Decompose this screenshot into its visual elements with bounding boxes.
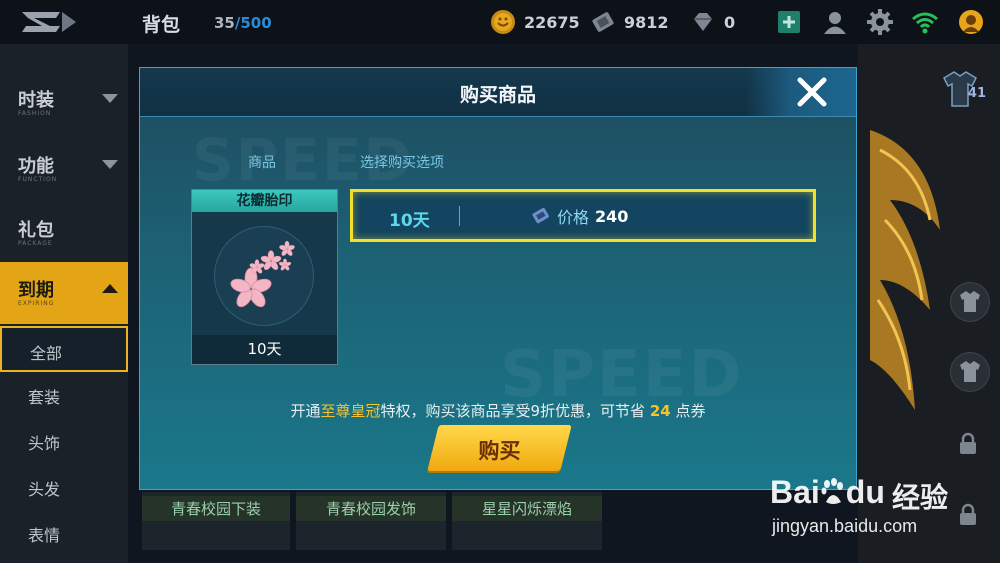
vip-promo-text: 开通至尊皇冠特权，购买该商品享受9折优惠，可节省 24 点券 bbox=[140, 400, 856, 421]
sidebar-item-label: 表情 bbox=[28, 526, 61, 545]
price-value: 240 bbox=[595, 206, 629, 226]
bag-count-max: /500 bbox=[234, 14, 272, 32]
sidebar-item-label: 头发 bbox=[28, 480, 61, 499]
price-label: 价格 bbox=[557, 208, 590, 227]
sakura-petal-icon bbox=[230, 240, 295, 308]
options-label: 选择购买选项 bbox=[360, 155, 444, 171]
sidebar: 时装 FASHION 功能 FUNCTION 礼包 PACKAGE 到期 EXP… bbox=[0, 44, 128, 563]
game-logo-icon bbox=[22, 12, 76, 32]
buy-button[interactable]: 购买 bbox=[427, 425, 572, 471]
inventory-item-name: 星星闪烁漂焰 bbox=[452, 496, 602, 521]
chevron-down-icon bbox=[102, 94, 118, 103]
category-sublabel: PACKAGE bbox=[18, 240, 53, 247]
coin-icon bbox=[491, 10, 515, 34]
sidebar-category-function[interactable]: 功能 FUNCTION bbox=[0, 138, 128, 200]
sidebar-item-suit[interactable]: 套装 bbox=[0, 372, 128, 418]
gem-icon bbox=[694, 13, 712, 31]
category-label: 时装 bbox=[18, 90, 54, 111]
settings-icon[interactable] bbox=[867, 9, 893, 35]
shirt-icon bbox=[960, 361, 980, 382]
category-label: 礼包 bbox=[18, 220, 54, 241]
ticket-icon bbox=[532, 207, 550, 224]
buy-button-label: 购买 bbox=[478, 439, 521, 463]
inventory-item-name: 青春校园发饰 bbox=[296, 496, 446, 521]
close-button[interactable] bbox=[746, 68, 856, 116]
sidebar-item-all[interactable]: 全部 bbox=[0, 326, 128, 372]
page-title: 背包 bbox=[142, 14, 181, 36]
shirt-icon bbox=[960, 291, 980, 312]
jingyan-text: 经验 bbox=[892, 481, 949, 514]
baidu-brand-du: du bbox=[845, 474, 885, 510]
sidebar-item-emote[interactable]: 表情 bbox=[0, 510, 128, 556]
category-label: 到期 bbox=[18, 280, 54, 301]
sidebar-item-label: 头饰 bbox=[28, 434, 61, 453]
baidu-brand-bai: Bai bbox=[770, 474, 820, 510]
baidu-jingyan-watermark: Bai du 经验 jingyan.baidu.com bbox=[770, 456, 1000, 546]
lock-icon bbox=[960, 432, 976, 454]
promo-text-middle: 特权，购买该商品享受9折优惠，可节省 bbox=[380, 402, 646, 420]
option-divider bbox=[459, 206, 460, 226]
sidebar-category-package[interactable]: 礼包 PACKAGE bbox=[0, 202, 128, 264]
promo-text-after: 点券 bbox=[675, 402, 706, 420]
gem-value: 0 bbox=[724, 12, 736, 32]
item-duration: 10天 bbox=[192, 335, 337, 364]
inventory-item[interactable]: 青春校园下装 bbox=[142, 492, 290, 550]
inventory-item-name: 青春校园下装 bbox=[142, 496, 290, 521]
chevron-up-icon bbox=[102, 284, 118, 293]
outfit-button[interactable] bbox=[950, 282, 990, 322]
sidebar-item-label: 全部 bbox=[30, 344, 63, 363]
sidebar-category-expiring[interactable]: 到期 EXPIRING bbox=[0, 262, 128, 324]
item-card: 花瓣胎印 10天 bbox=[191, 189, 338, 365]
level-badge: 41 bbox=[938, 70, 986, 110]
coin-value: 22675 bbox=[524, 12, 580, 32]
category-sublabel: EXPIRING bbox=[18, 300, 55, 307]
promo-amount: 24 bbox=[649, 402, 671, 420]
option-price: 价格 240 bbox=[531, 204, 628, 228]
add-icon[interactable] bbox=[776, 9, 802, 35]
ticket-value: 9812 bbox=[624, 12, 669, 32]
outfit-button-2[interactable] bbox=[950, 352, 990, 392]
top-bar: 背包 35/500 22675 9812 0 bbox=[0, 0, 1000, 44]
avatar-icon[interactable] bbox=[958, 9, 984, 35]
purchase-dialog: SPEED SPEED 购买商品 商品 选择购买选项 花瓣胎印 10天 10天 … bbox=[139, 67, 857, 490]
promo-vip-link[interactable]: 至尊皇冠 bbox=[321, 402, 381, 420]
wifi-icon bbox=[912, 12, 938, 34]
dialog-header: 购买商品 bbox=[140, 68, 856, 117]
ticket-balance: 9812 bbox=[590, 9, 669, 35]
promo-text-before: 开通 bbox=[290, 402, 321, 420]
baidu-paw-icon bbox=[820, 477, 846, 505]
item-name: 花瓣胎印 bbox=[192, 190, 337, 212]
item-preview bbox=[214, 226, 314, 326]
sidebar-item-label: 套装 bbox=[28, 388, 61, 407]
coin-balance: 22675 bbox=[490, 9, 580, 35]
category-label: 功能 bbox=[18, 156, 54, 177]
bag-capacity: 35/500 bbox=[214, 14, 272, 32]
goods-label: 商品 bbox=[248, 155, 276, 171]
bag-count-current: 35 bbox=[214, 14, 235, 32]
friend-icon[interactable] bbox=[822, 9, 848, 35]
chevron-down-icon bbox=[102, 160, 118, 169]
baidu-logo-text: Bai du bbox=[770, 474, 885, 511]
category-sublabel: FASHION bbox=[18, 110, 52, 117]
watermark-url: jingyan.baidu.com bbox=[772, 516, 918, 536]
gem-balance: 0 bbox=[690, 9, 735, 35]
ticket-icon bbox=[592, 12, 614, 32]
inventory-item[interactable]: 星星闪烁漂焰 bbox=[452, 492, 602, 550]
close-icon bbox=[797, 77, 827, 107]
golden-wing-icon bbox=[870, 130, 940, 410]
purchase-option-selected[interactable]: 10天 价格 240 bbox=[350, 189, 816, 242]
sidebar-category-fashion[interactable]: 时装 FASHION bbox=[0, 72, 128, 134]
level-value: 41 bbox=[967, 86, 986, 101]
option-duration: 10天 bbox=[389, 211, 430, 231]
category-sublabel: FUNCTION bbox=[18, 176, 58, 183]
sidebar-item-headwear[interactable]: 头饰 bbox=[0, 418, 128, 464]
sidebar-item-hair[interactable]: 头发 bbox=[0, 464, 128, 510]
inventory-item[interactable]: 青春校园发饰 bbox=[296, 492, 446, 550]
